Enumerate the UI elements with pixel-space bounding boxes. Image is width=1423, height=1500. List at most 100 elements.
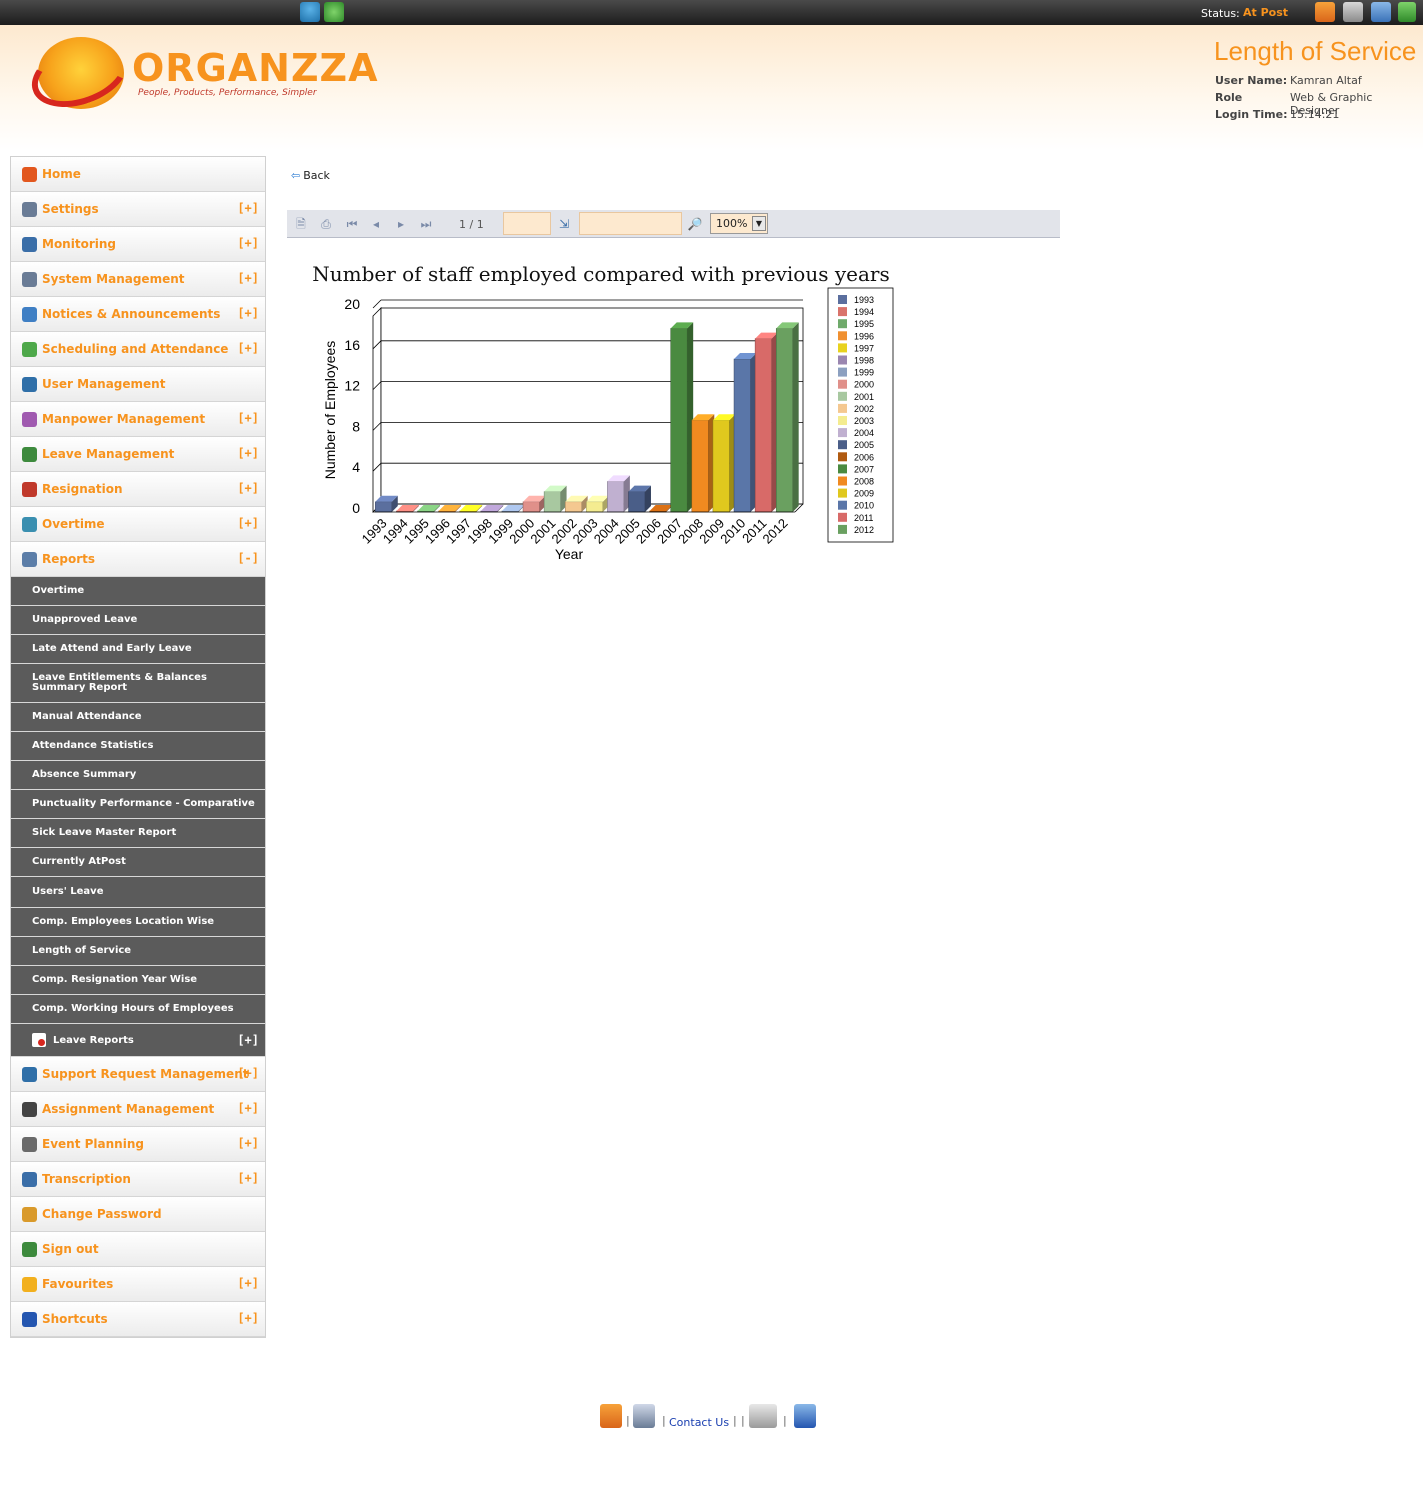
sidebar-item-label: Change Password: [42, 1207, 162, 1221]
status-value[interactable]: At Post: [1243, 6, 1288, 19]
expand-toggle[interactable]: [+]: [237, 1033, 259, 1047]
print-icon[interactable]: ⎙: [318, 216, 334, 232]
report-link-punctuality-performance-comparative[interactable]: Punctuality Performance - Comparative: [11, 790, 265, 819]
sidebar-item-change-password[interactable]: Change Password: [11, 1197, 265, 1232]
sidebar-item-favourites[interactable]: Favourites [+]: [11, 1267, 265, 1302]
sidebar-item-scheduling-and-attendance[interactable]: Scheduling and Attendance [+]: [11, 332, 265, 367]
y-tick-label: 12: [344, 378, 360, 394]
home-icon[interactable]: [1315, 2, 1335, 22]
shortcut-icon: [22, 1312, 37, 1327]
y-tick-label: 8: [352, 418, 360, 434]
report-link-label: Comp. Employees Location Wise: [32, 916, 215, 927]
sidebar-item-manpower-management[interactable]: Manpower Management [+]: [11, 402, 265, 437]
report-link-users-leave[interactable]: Users' Leave: [11, 877, 265, 908]
grid-line: [372, 299, 382, 309]
report-link-manual-attendance[interactable]: Manual Attendance: [11, 703, 265, 732]
expand-toggle[interactable]: [+]: [237, 411, 259, 425]
report-link-unapproved-leave[interactable]: Unapproved Leave: [11, 606, 265, 635]
back-link[interactable]: ⇦ Back: [291, 169, 330, 182]
sidebar-item-system-management[interactable]: System Management [+]: [11, 262, 265, 297]
inbox-icon[interactable]: [1343, 2, 1363, 22]
expand-toggle[interactable]: [+]: [237, 1101, 259, 1115]
find-binoculars-icon[interactable]: 🔎: [687, 216, 703, 232]
report-link-sick-leave-master-report[interactable]: Sick Leave Master Report: [11, 819, 265, 848]
sidebar-item-support-request-management[interactable]: Support Request Management [+]: [11, 1057, 265, 1092]
sidebar-item-overtime[interactable]: Overtime [+]: [11, 507, 265, 542]
report-link-length-of-service[interactable]: Length of Service: [11, 937, 265, 966]
expand-toggle[interactable]: [+]: [237, 271, 259, 285]
sidebar-item-label: Settings: [42, 202, 99, 216]
y-tick-label: 4: [352, 459, 360, 475]
sidebar-item-label: Transcription: [42, 1172, 131, 1186]
sidebar-item-settings[interactable]: Settings [+]: [11, 192, 265, 227]
report-link-overtime[interactable]: Overtime: [11, 577, 265, 606]
bar: [375, 501, 393, 513]
report-link-comp-resignation-year-wise[interactable]: Comp. Resignation Year Wise: [11, 966, 265, 995]
zoom-select[interactable]: 100% ▼: [710, 213, 768, 234]
sidebar-item-assignment-management[interactable]: Assignment Management [+]: [11, 1092, 265, 1127]
sidebar-item-notices-and-announcements[interactable]: Notices & Announcements [+]: [11, 297, 265, 332]
expand-toggle[interactable]: [+]: [237, 306, 259, 320]
expand-toggle[interactable]: [+]: [237, 1136, 259, 1150]
legend-swatch: [838, 416, 847, 425]
x-tick-label: 2012: [760, 516, 791, 547]
report-icon: [32, 1033, 46, 1047]
phone-icon[interactable]: [1371, 2, 1391, 22]
sidebar-item-resignation[interactable]: Resignation [+]: [11, 472, 265, 507]
directory-icon[interactable]: [633, 1404, 655, 1428]
bar: [775, 328, 793, 513]
sidebar-item-user-management[interactable]: User Management: [11, 367, 265, 402]
expand-toggle[interactable]: [-]: [237, 551, 259, 565]
login-time-label: Login Time:: [1215, 108, 1288, 121]
expand-toggle[interactable]: [+]: [237, 516, 259, 530]
export-icon[interactable]: 🗎: [293, 216, 309, 232]
report-link-leave-entitlements-and-balances-summary-report[interactable]: Leave Entitlements & Balances Summary Re…: [11, 664, 265, 703]
user-icon[interactable]: [300, 2, 320, 22]
legend-swatch: [838, 476, 847, 486]
page-number-input[interactable]: [503, 212, 551, 235]
expand-toggle[interactable]: [+]: [237, 1276, 259, 1290]
expand-toggle[interactable]: [+]: [237, 481, 259, 495]
exit-icon[interactable]: [1398, 2, 1416, 22]
report-link-label: Late Attend and Early Leave: [32, 643, 192, 654]
report-link-comp-working-hours-of-employees[interactable]: Comp. Working Hours of Employees: [11, 995, 265, 1024]
find-text-input[interactable]: [579, 212, 682, 235]
sidebar-item-reports[interactable]: Reports [-]: [11, 542, 265, 577]
report-link-comp-employees-location-wise[interactable]: Comp. Employees Location Wise: [11, 908, 265, 937]
home-icon[interactable]: [600, 1404, 622, 1428]
last-page-icon[interactable]: ⏭: [418, 216, 434, 232]
report-link-attendance-statistics[interactable]: Attendance Statistics: [11, 732, 265, 761]
sidebar-item-leave-reports[interactable]: Leave Reports [+]: [11, 1024, 265, 1057]
expand-toggle[interactable]: [+]: [237, 1171, 259, 1185]
sidebar-item-monitoring[interactable]: Monitoring [+]: [11, 227, 265, 262]
sidebar-item-shortcuts[interactable]: Shortcuts [+]: [11, 1302, 265, 1337]
expand-toggle[interactable]: [+]: [237, 446, 259, 460]
sidebar-item-label: Leave Management: [42, 447, 175, 461]
report-link-currently-atpost[interactable]: Currently AtPost: [11, 848, 265, 877]
contact-us-link[interactable]: Contact Us: [669, 1416, 729, 1429]
key-user-icon: [22, 1207, 37, 1222]
tools-icon[interactable]: [794, 1404, 816, 1428]
go-to-page-icon[interactable]: ⇲: [556, 216, 572, 232]
sidebar-item-sign-out[interactable]: Sign out: [11, 1232, 265, 1267]
report-link-absence-summary[interactable]: Absence Summary: [11, 761, 265, 790]
expand-toggle[interactable]: [+]: [237, 341, 259, 355]
add-icon[interactable]: [324, 2, 344, 22]
previous-page-icon[interactable]: ◂: [368, 216, 384, 232]
megaphone-icon: [22, 307, 37, 322]
expand-toggle[interactable]: [+]: [237, 201, 259, 215]
help-icon[interactable]: [749, 1404, 777, 1428]
expand-toggle[interactable]: [+]: [237, 1066, 259, 1080]
sidebar-item-leave-management[interactable]: Leave Management [+]: [11, 437, 265, 472]
sidebar: Home Settings [+] Monitoring [+] System Manag…: [10, 156, 266, 1338]
resignation-icon: [22, 482, 37, 497]
legend-swatch: [838, 524, 847, 534]
sidebar-item-home[interactable]: Home: [11, 157, 265, 192]
expand-toggle[interactable]: [+]: [237, 236, 259, 250]
sidebar-item-event-planning[interactable]: Event Planning [+]: [11, 1127, 265, 1162]
next-page-icon[interactable]: ▸: [393, 216, 409, 232]
expand-toggle[interactable]: [+]: [237, 1311, 259, 1325]
first-page-icon[interactable]: ⏮: [344, 216, 360, 232]
sidebar-item-transcription[interactable]: Transcription [+]: [11, 1162, 265, 1197]
report-link-late-attend-and-early-leave[interactable]: Late Attend and Early Leave: [11, 635, 265, 664]
